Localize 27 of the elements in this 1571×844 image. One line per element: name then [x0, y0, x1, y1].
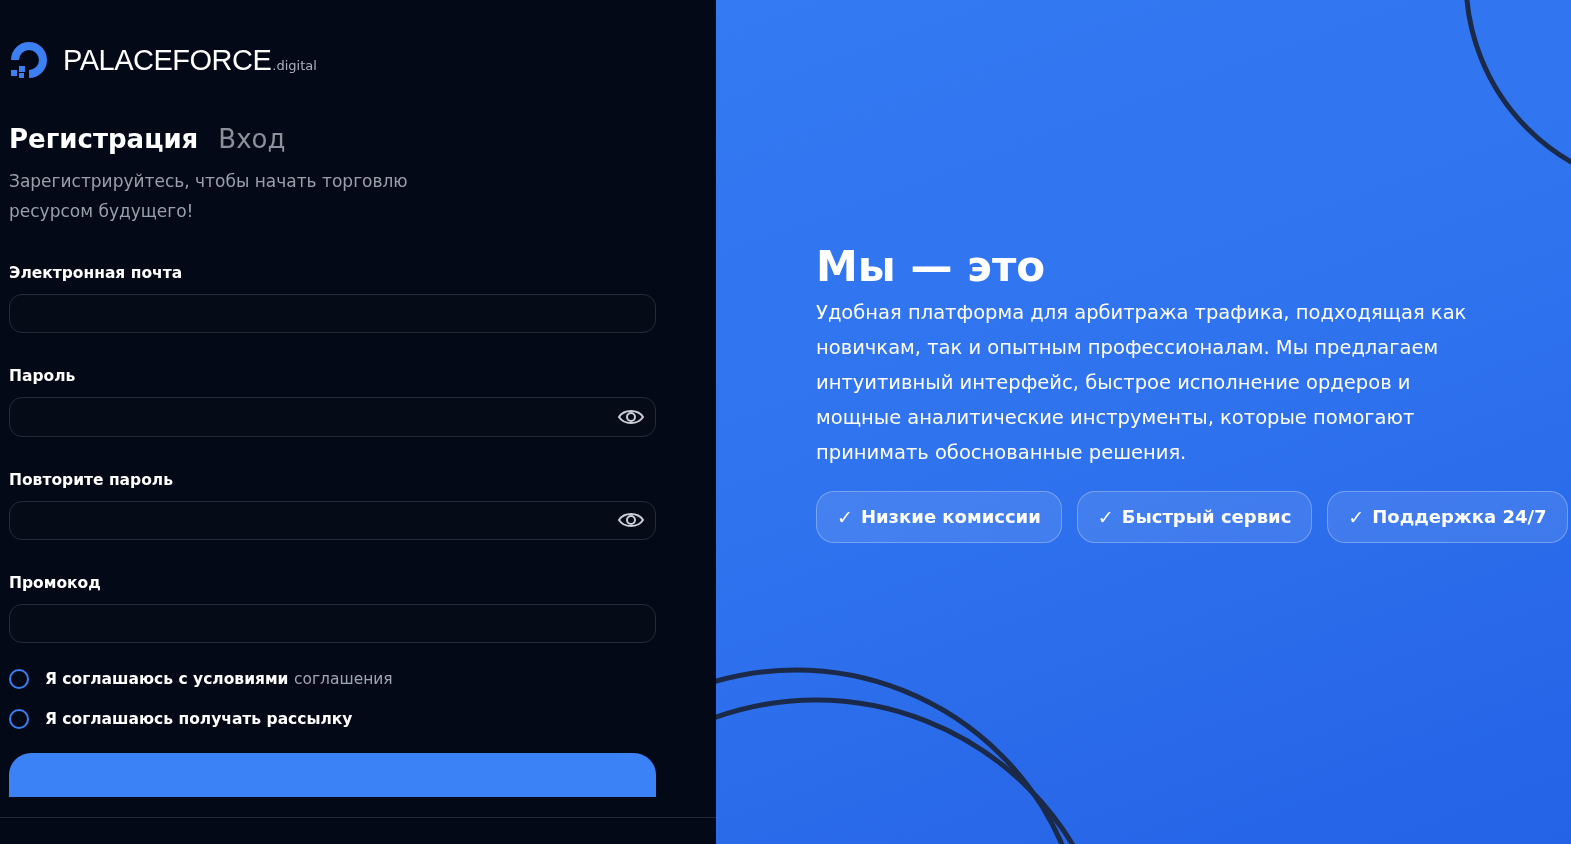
brand-name: PALACEFORCE.digital [63, 43, 317, 77]
checkbox[interactable] [9, 669, 29, 689]
check-icon: ✓ [837, 505, 853, 528]
agreement-link[interactable]: соглашения [293, 670, 393, 688]
checkbox[interactable] [9, 709, 29, 729]
input-field[interactable] [9, 603, 656, 643]
check-icon: ✓ [1097, 505, 1114, 528]
field-label: Электронная почта [9, 264, 184, 282]
hero-title: Мы — это [816, 241, 1047, 291]
feature-label: Поддержка 24/7 [1372, 506, 1547, 527]
check-icon: ✓ [1348, 505, 1365, 528]
feature-label: Быстрый сервис [1121, 506, 1292, 527]
logo-icon [9, 40, 49, 80]
subtitle: Зарегистрируйтесь, чтобы начать торговлю ресурсом будущего! [9, 170, 409, 223]
input-field[interactable] [9, 500, 656, 540]
input-field[interactable] [9, 397, 656, 437]
auth-tab[interactable]: Вход [218, 124, 286, 154]
input-field[interactable] [9, 294, 656, 334]
agreement-text: Я соглашаюсь с условиями соглашения [45, 670, 393, 688]
hero-text: Удобная платформа для арбитража трафика, подходящая как новичкам, так и опытным профессионалам. Мы предлагаем интуитивный интерфейс, быстрое исполнение ордеров и мощные аналитические инструменты, которые помогают принимать обоснованные решения. [816, 299, 1468, 466]
agreement-text: Я соглашаюсь получать рассылку [45, 710, 353, 728]
field-label: Промокод [9, 573, 102, 592]
feature-label: Низкие комиссии [860, 506, 1041, 527]
field-label: Пароль [9, 367, 77, 386]
field-label: Повторите пароль [9, 470, 174, 489]
submit-button[interactable] [9, 753, 656, 797]
auth-tab[interactable]: Регистрация [9, 124, 199, 154]
